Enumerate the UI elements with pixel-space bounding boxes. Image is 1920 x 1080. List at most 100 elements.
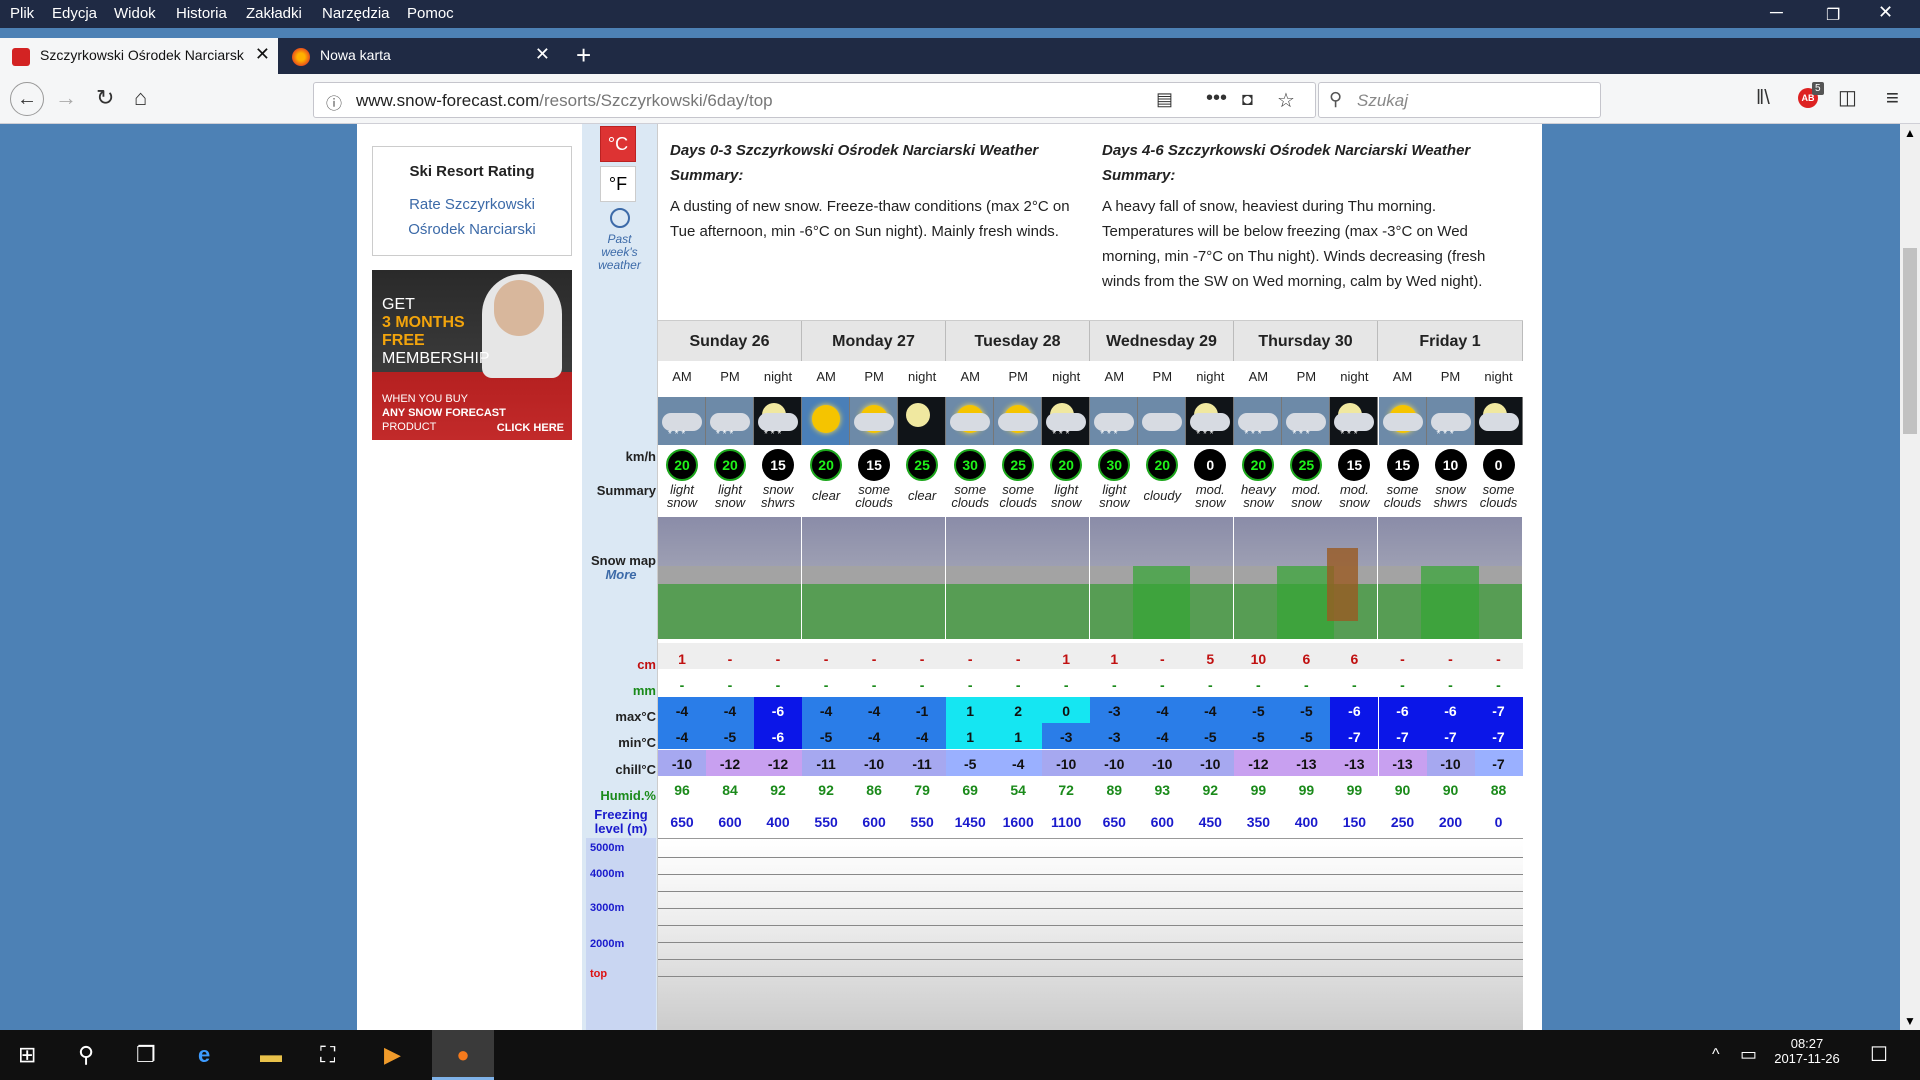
close-window-icon[interactable]: ✕ <box>1878 2 1893 23</box>
period-label: PM <box>1152 369 1173 384</box>
snow-map-image[interactable] <box>1234 517 1378 639</box>
freezing-level-value: 400 <box>1294 814 1319 830</box>
wind-chill-value: -10 <box>1440 756 1461 772</box>
menu-plik[interactable]: Plik <box>10 5 34 22</box>
conditions-text: mod. snow <box>1195 482 1226 510</box>
wind-icon: 30 <box>954 449 987 481</box>
snow-showers-icon: * * * <box>1426 397 1475 445</box>
ad-cta[interactable]: CLICK HERE <box>497 422 564 434</box>
windows-taskbar: ⊞ ⚲ ❐ e ▬ ⛶ ▶ ● ^ ▭ 08:27 2017-11-26 ☐ <box>0 1030 1920 1080</box>
system-clock[interactable]: 08:27 2017-11-26 <box>1772 1036 1842 1066</box>
snow-map-image[interactable] <box>946 517 1090 639</box>
rate-resort-link[interactable]: Rate Szczyrkowski Ośrodek Narciarski <box>373 192 571 242</box>
windows-start-icon[interactable]: ⊞ <box>18 1042 36 1068</box>
tab-label: Nowa karta <box>320 47 391 63</box>
bookmark-star-icon[interactable]: ☆ <box>1277 88 1295 113</box>
rain-mm-value: - <box>1352 677 1357 693</box>
snow-map-image[interactable] <box>802 517 946 639</box>
some-clouds-sun-icon <box>946 397 995 445</box>
search-taskbar-icon[interactable]: ⚲ <box>78 1042 94 1068</box>
min-temp-value: -7 <box>1348 729 1361 745</box>
min-temp-value: -5 <box>819 729 833 745</box>
wind-icon: 15 <box>762 449 794 481</box>
scrollbar-thumb[interactable] <box>1903 248 1917 434</box>
scroll-down-icon[interactable]: ▼ <box>1904 1014 1916 1028</box>
file-explorer-icon[interactable]: ▬ <box>260 1042 282 1068</box>
vertical-scrollbar[interactable]: ▲ ▼ <box>1900 124 1920 1030</box>
menu-pomoc[interactable]: Pomoc <box>407 5 454 22</box>
close-tab-icon[interactable]: ✕ <box>535 44 550 65</box>
search-bar[interactable]: ⚲ Szukaj <box>1318 82 1601 118</box>
period-label: PM <box>1296 369 1317 384</box>
snowflake-icon: * * * <box>668 429 686 440</box>
close-tab-icon[interactable]: ✕ <box>255 44 270 65</box>
rain-mm-value: - <box>871 677 877 693</box>
freezing-level-label: Freezing <box>594 807 648 822</box>
humidity-value: 54 <box>1010 782 1026 798</box>
notifications-icon[interactable]: ☐ <box>1870 1042 1888 1067</box>
back-button[interactable]: ← <box>10 82 44 116</box>
min-temp-value: -7 <box>1396 729 1409 745</box>
snow-map-image[interactable] <box>658 517 802 639</box>
wind-icon: 30 <box>1098 449 1131 481</box>
snow-map-image[interactable] <box>1378 517 1523 639</box>
store-icon[interactable]: ⛶ <box>320 1042 335 1068</box>
wind-icon: 20 <box>810 449 843 481</box>
info-icon[interactable]: ⓘ <box>326 90 342 114</box>
forward-button[interactable]: → <box>55 85 77 111</box>
menu-widok[interactable]: Widok <box>114 5 156 22</box>
library-icon[interactable]: ‖\ <box>1756 85 1770 111</box>
wind-icon: 25 <box>1002 449 1035 481</box>
humidity-value: 89 <box>1106 782 1123 798</box>
url-text: www.snow-forecast.com/resorts/Szczyrkows… <box>356 91 773 110</box>
home-button[interactable]: ⌂ <box>134 85 147 111</box>
summary-label: Summary <box>596 483 656 498</box>
snow-cm-value: 6 <box>1350 651 1359 667</box>
membership-ad-banner[interactable]: GET 3 MONTHS FREE MEMBERSHIP WHEN YOU BUY AN… <box>372 270 572 440</box>
snow-map-more-link[interactable]: More <box>586 567 656 582</box>
sidebar-icon[interactable]: ◫ <box>1838 85 1857 111</box>
chevron-up-icon[interactable]: ^ <box>1712 1046 1720 1064</box>
period-label: AM <box>1104 369 1125 384</box>
page-actions-icon[interactable]: ••• <box>1206 87 1227 110</box>
rain-mm-value: - <box>823 677 829 693</box>
menu-historia[interactable]: Historia <box>176 5 227 22</box>
edge-icon[interactable]: e <box>198 1042 210 1068</box>
scroll-up-icon[interactable]: ▲ <box>1904 126 1916 140</box>
snow-map-image[interactable] <box>1090 517 1234 639</box>
snow-map-label: Snow map <box>590 553 656 568</box>
max-temp-value: -3 <box>1108 703 1121 719</box>
min-temp-label: min°C <box>618 735 656 750</box>
past-weather-link[interactable]: Past week's weather <box>582 208 657 272</box>
restore-icon[interactable]: ❐ <box>1826 5 1840 25</box>
snow-cm-value: - <box>727 651 733 667</box>
minimize-icon[interactable]: ─ <box>1770 2 1783 23</box>
tab-nowa-karta[interactable]: Nowa karta ✕ <box>280 38 558 74</box>
firefox-taskbar-icon[interactable]: ● <box>432 1030 494 1080</box>
wind-chill-value: -12 <box>719 756 741 772</box>
snow-cm-value: - <box>919 651 925 667</box>
tab-szczyrkowski[interactable]: Szczyrkowski Ośrodek Narciarsk ✕ <box>0 38 278 74</box>
media-player-icon[interactable]: ▶ <box>384 1042 401 1068</box>
fahrenheit-button[interactable]: °F <box>600 166 636 202</box>
pocket-icon[interactable]: ◘ <box>1242 89 1253 110</box>
reader-view-icon[interactable]: ▤ <box>1156 89 1173 110</box>
hamburger-menu-icon[interactable]: ≡ <box>1886 85 1899 111</box>
menu-bar: Plik Edycja Widok Historia Zakładki Narz… <box>0 0 1920 28</box>
rain-mm-label: mm <box>632 683 656 698</box>
menu-zakladki[interactable]: Zakładki <box>246 5 302 22</box>
reload-button[interactable]: ↻ <box>96 85 114 111</box>
url-bar[interactable]: ⓘ www.snow-forecast.com/resorts/Szczyrko… <box>313 82 1316 118</box>
network-icon[interactable]: ▭ <box>1740 1044 1757 1065</box>
new-tab-button[interactable]: + <box>566 38 591 74</box>
menu-narzedzia[interactable]: Narzędzia <box>322 5 390 22</box>
wind-chill-value: -13 <box>1344 756 1365 772</box>
task-view-icon[interactable]: ❐ <box>136 1042 156 1068</box>
menu-edycja[interactable]: Edycja <box>52 5 97 22</box>
celsius-button[interactable]: °C <box>600 126 636 162</box>
snow-cm-value: - <box>1496 651 1501 667</box>
snow-forecast-favicon-icon <box>12 48 30 66</box>
min-temp-value: -4 <box>1156 729 1169 745</box>
humidity-value: 79 <box>914 782 930 798</box>
min-temp-value: -5 <box>1204 729 1217 745</box>
